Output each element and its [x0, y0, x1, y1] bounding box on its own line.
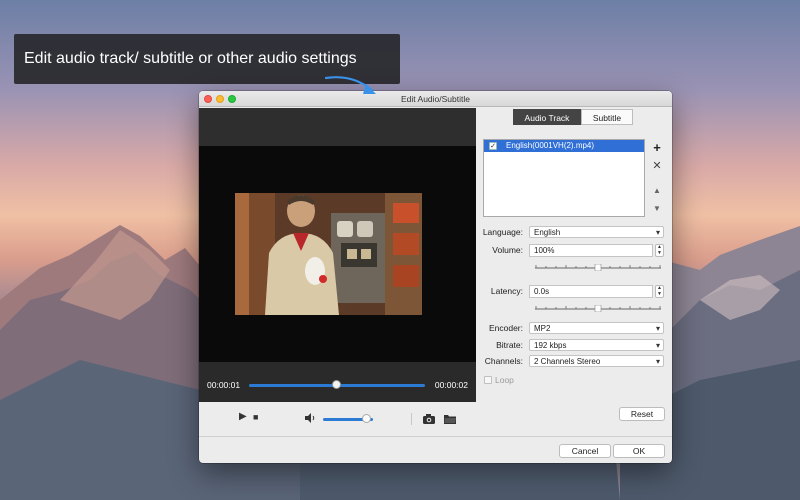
channels-select[interactable]: 2 Channels Stereo — [529, 355, 664, 367]
track-checkbox[interactable]: ✓ — [489, 142, 497, 150]
list-item[interactable]: ✓ English(0001VH(2).mp4) — [484, 140, 644, 152]
curved-arrow-icon — [324, 76, 376, 94]
seek-slider-knob[interactable] — [332, 380, 341, 389]
window-minimize-button[interactable] — [216, 95, 224, 103]
encoder-select[interactable]: MP2 — [529, 322, 664, 334]
volume-label: Volume: — [492, 245, 523, 255]
control-divider — [411, 413, 412, 425]
title-bar[interactable]: Edit Audio/Subtitle — [199, 91, 672, 107]
arrow-down-icon[interactable]: ▼ — [651, 203, 663, 215]
reset-button[interactable]: Reset — [619, 407, 665, 421]
speaker-icon[interactable] — [305, 413, 316, 423]
latency-field[interactable]: 0.0s — [529, 285, 653, 298]
volume-slider-knob[interactable] — [362, 414, 371, 423]
window-title: Edit Audio/Subtitle — [401, 94, 470, 104]
latency-ruler-slider[interactable] — [535, 305, 661, 312]
loop-checkbox[interactable]: Loop — [484, 375, 514, 385]
language-select[interactable]: English — [529, 226, 664, 238]
tab-bar: Audio Track Subtitle — [513, 109, 633, 125]
footer-divider — [199, 436, 672, 437]
video-frame — [235, 193, 422, 315]
channels-label: Channels: — [484, 356, 523, 366]
bitrate-select[interactable]: 192 kbps — [529, 339, 664, 351]
camera-icon[interactable] — [423, 414, 435, 424]
total-time: 00:00:02 — [434, 380, 468, 390]
loop-checkbox-box[interactable] — [484, 376, 492, 384]
loop-label: Loop — [495, 375, 514, 385]
arrow-up-icon[interactable]: ▲ — [651, 185, 663, 197]
folder-icon[interactable] — [444, 414, 456, 424]
latency-label: Latency: — [490, 286, 523, 296]
volume-field[interactable]: 100% — [529, 244, 653, 257]
bitrate-label: Bitrate: — [496, 340, 523, 350]
cancel-button[interactable]: Cancel — [559, 444, 611, 458]
volume-stepper[interactable]: ▲ ▼ — [655, 244, 664, 257]
track-label: English(0001VH(2).mp4) — [506, 141, 595, 150]
player-controls: ▶ ■ — [199, 402, 476, 436]
edit-audio-subtitle-window: Edit Audio/Subtitle 00:00:01 00:00:02 ▶ … — [199, 91, 672, 463]
window-zoom-button[interactable] — [228, 95, 236, 103]
encoder-label: Encoder: — [488, 323, 523, 333]
video-top-bar — [199, 108, 476, 146]
volume-ruler-slider[interactable] — [535, 264, 661, 271]
language-label: Language: — [482, 227, 523, 237]
video-preview: 00:00:01 00:00:02 — [199, 108, 476, 402]
audio-track-list[interactable]: ✓ English(0001VH(2).mp4) — [483, 139, 645, 217]
banner-text: Edit audio track/ subtitle or other audi… — [24, 50, 357, 67]
window-close-button[interactable] — [204, 95, 212, 103]
current-time: 00:00:01 — [207, 380, 241, 390]
playback-bar: 00:00:01 00:00:02 — [199, 362, 476, 402]
stop-icon[interactable]: ■ — [253, 412, 258, 422]
close-icon[interactable]: ✕ — [651, 160, 663, 172]
plus-icon[interactable]: + — [651, 141, 663, 154]
tab-audio-track[interactable]: Audio Track — [513, 109, 581, 125]
latency-stepper[interactable]: ▲ ▼ — [655, 285, 664, 298]
play-icon[interactable]: ▶ — [239, 411, 247, 422]
tab-subtitle[interactable]: Subtitle — [581, 109, 633, 125]
ok-button[interactable]: OK — [613, 444, 665, 458]
